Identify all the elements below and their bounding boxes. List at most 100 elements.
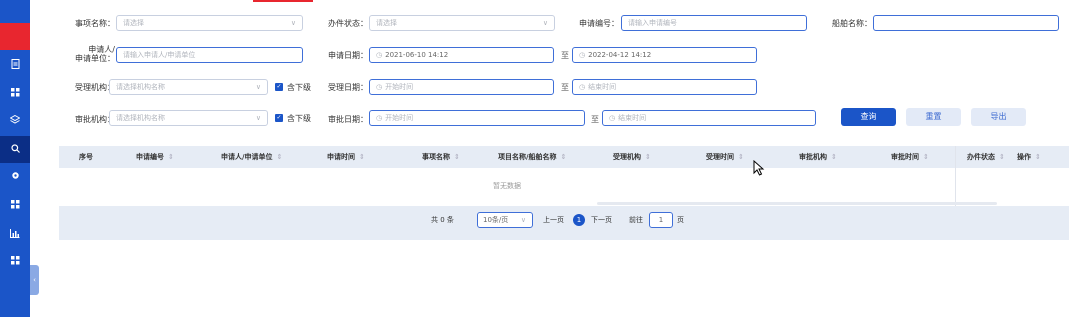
sort-icon[interactable]: ⇕ <box>454 153 460 161</box>
grid-icon <box>10 199 20 212</box>
apply-no-input[interactable]: 请输入申请编号 <box>621 15 807 31</box>
accept-include-sub-checkbox[interactable]: ✓ <box>275 83 283 91</box>
approve-date-label: 审批日期： <box>328 115 368 124</box>
fixed-column-divider <box>955 146 956 206</box>
approve-date-start[interactable]: ◷ 开始时间 <box>369 110 585 126</box>
clock-icon: ◷ <box>579 83 586 91</box>
ship-name-input[interactable] <box>873 15 1059 31</box>
accept-date-label: 受理日期： <box>328 83 368 92</box>
apply-date-start[interactable]: ◷ 2021-06-10 14:12 <box>369 47 554 63</box>
column-header-index: 序号 <box>79 153 93 161</box>
mouse-cursor-icon <box>753 159 765 176</box>
document-icon <box>11 59 20 72</box>
chevron-down-icon: ∨ <box>542 19 548 27</box>
column-header-applicant[interactable]: 申请人/申请单位 ⇕ <box>221 146 282 168</box>
reset-button[interactable]: 重置 <box>906 108 961 126</box>
sidebar-item-document[interactable] <box>0 52 30 79</box>
sidebar-item-chart[interactable] <box>0 221 30 248</box>
pagination-total: 共 0 条 <box>431 216 454 224</box>
next-page-button[interactable]: 下一页 <box>591 211 612 229</box>
horizontal-scrollbar[interactable] <box>597 202 997 205</box>
chevron-down-icon: ∨ <box>255 83 261 91</box>
column-header-project-ship[interactable]: 项目名称/船舶名称 ⇕ <box>498 146 566 168</box>
apply-no-label: 申请编号： <box>579 19 619 28</box>
sort-icon[interactable]: ⇕ <box>277 153 283 161</box>
sort-icon[interactable]: ⇕ <box>1035 153 1041 161</box>
sidebar-item-apps-2[interactable] <box>0 192 30 219</box>
column-header-accept-org[interactable]: 受理机构 ⇕ <box>613 146 651 168</box>
chevron-down-icon: ∨ <box>520 216 526 224</box>
apply-date-label: 申请日期： <box>328 51 368 60</box>
sort-icon[interactable]: ⇕ <box>359 153 365 161</box>
sidebar-item-apps-3[interactable] <box>0 248 30 275</box>
status-label: 办件状态： <box>328 19 368 28</box>
sort-icon[interactable]: ⇕ <box>168 153 174 161</box>
goto-prefix: 前往 <box>629 216 643 224</box>
clock-icon: ◷ <box>376 114 383 122</box>
accept-date-end[interactable]: ◷ 结束时间 <box>572 79 757 95</box>
accept-org-label: 受理机构： <box>75 83 115 92</box>
chart-icon <box>10 228 20 241</box>
column-header-apply-time[interactable]: 申请时间 ⇕ <box>327 146 365 168</box>
sidebar-item-search[interactable] <box>0 136 30 163</box>
approve-include-sub-checkbox[interactable]: ✓ <box>275 114 283 122</box>
status-select[interactable]: 请选择 ∨ <box>369 15 555 31</box>
clock-icon: ◷ <box>376 83 383 91</box>
column-header-item-name[interactable]: 事项名称 ⇕ <box>422 146 460 168</box>
column-header-apply-no[interactable]: 申请编号 ⇕ <box>136 146 174 168</box>
sort-icon[interactable]: ⇕ <box>645 153 651 161</box>
grid-icon <box>10 255 20 268</box>
pagination-bar <box>59 206 1069 240</box>
query-button[interactable]: 查询 <box>841 108 896 126</box>
approve-date-end[interactable]: ◷ 结束时间 <box>602 110 816 126</box>
active-tab-indicator <box>253 0 313 2</box>
sort-icon[interactable]: ⇕ <box>831 153 837 161</box>
sort-icon[interactable]: ⇕ <box>999 153 1005 161</box>
range-separator: 至 <box>561 83 569 92</box>
column-header-actions[interactable]: 操作 ⇕ <box>1017 146 1041 168</box>
table-header: 序号 申请编号 ⇕ 申请人/申请单位 ⇕ 申请时间 ⇕ 事项名称 ⇕ 项目名称/船舶名称… <box>59 146 1069 168</box>
accept-date-start[interactable]: ◷ 开始时间 <box>369 79 554 95</box>
chevron-down-icon: ∨ <box>255 114 261 122</box>
clock-icon: ◷ <box>609 114 616 122</box>
column-header-accept-time[interactable]: 受理时间 ⇕ <box>706 146 744 168</box>
chevron-down-icon: ∨ <box>290 19 296 27</box>
approve-org-select[interactable]: 请选择机构名称 ∨ <box>109 110 268 126</box>
sort-icon[interactable]: ⇕ <box>923 153 929 161</box>
search-icon <box>10 143 20 156</box>
approve-org-label: 审批机构： <box>75 115 115 124</box>
column-header-approve-org[interactable]: 审批机构 ⇕ <box>799 146 837 168</box>
column-header-approve-time[interactable]: 审批时间 ⇕ <box>891 146 929 168</box>
sidebar-item-settings[interactable] <box>0 163 30 190</box>
goto-suffix: 页 <box>677 216 684 224</box>
empty-text: 暂无数据 <box>493 182 521 190</box>
sidebar-highlight[interactable] <box>0 23 30 50</box>
page-size-select[interactable]: 10条/页 ∨ <box>477 212 533 228</box>
sort-icon[interactable]: ⇕ <box>738 153 744 161</box>
goto-page-input[interactable]: 1 <box>649 212 673 228</box>
item-name-select[interactable]: 请选择 ∨ <box>116 15 303 31</box>
approve-include-sub-label: 含下级 <box>287 114 311 123</box>
settings-icon <box>11 171 20 183</box>
export-button[interactable]: 导出 <box>971 108 1026 126</box>
accept-org-select[interactable]: 请选择机构名称 ∨ <box>109 79 268 95</box>
sidebar-item-layers[interactable] <box>0 107 30 134</box>
sidebar-item-apps[interactable] <box>0 80 30 107</box>
applicant-label: 申请人/ 申请单位： <box>75 45 115 63</box>
grid-icon <box>10 87 20 100</box>
ship-name-label: 船舶名称： <box>832 19 872 28</box>
table-empty-row: 暂无数据 <box>59 168 1069 206</box>
sidebar <box>0 0 30 317</box>
apply-date-end[interactable]: ◷ 2022-04-12 14:12 <box>572 47 757 63</box>
range-separator: 至 <box>591 115 599 124</box>
sort-icon[interactable]: ⇕ <box>561 153 567 161</box>
clock-icon: ◷ <box>376 51 383 59</box>
sidebar-collapse-toggle[interactable]: ‹ <box>30 265 39 295</box>
applicant-input[interactable]: 请输入申请人/申请单位 <box>116 47 303 63</box>
column-header-status[interactable]: 办件状态 ⇕ <box>967 146 1005 168</box>
accept-include-sub-label: 含下级 <box>287 83 311 92</box>
prev-page-button[interactable]: 上一页 <box>543 211 564 229</box>
clock-icon: ◷ <box>579 51 586 59</box>
current-page[interactable]: 1 <box>573 214 585 226</box>
item-name-label: 事项名称： <box>75 19 115 28</box>
